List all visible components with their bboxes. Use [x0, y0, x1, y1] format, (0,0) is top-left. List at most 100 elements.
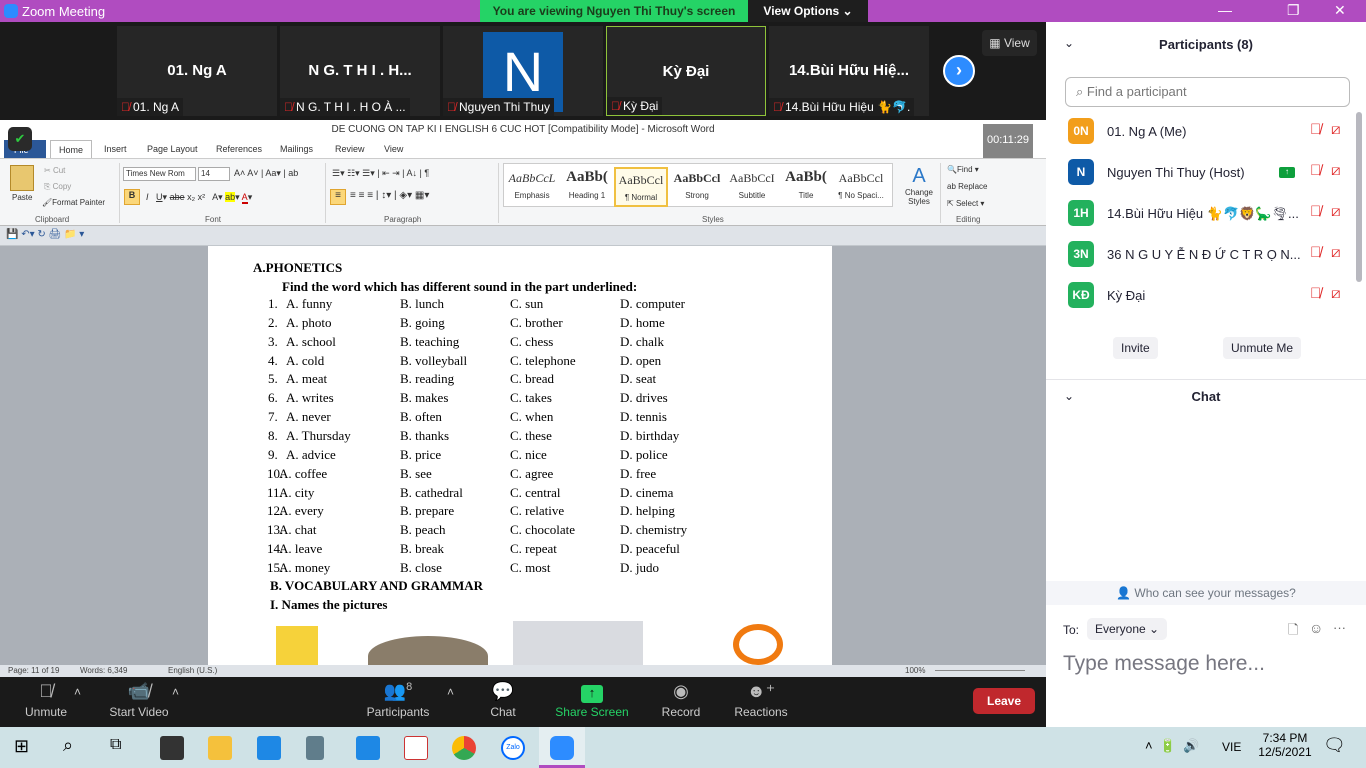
- paste-button[interactable]: Paste: [12, 193, 32, 202]
- copy-button[interactable]: ⎘ Copy: [44, 182, 71, 192]
- start-video-button[interactable]: 📹̸ Start Video: [105, 681, 173, 719]
- muted-mic-icon[interactable]: 🎙̸: [1310, 162, 1321, 179]
- recipient-select[interactable]: Everyone ⌄: [1087, 618, 1168, 640]
- participants-scrollbar[interactable]: [1356, 112, 1362, 282]
- format-buttons[interactable]: I U▾ abe x₂ x² A▾ ab▾ A▾: [146, 192, 252, 204]
- bold-button[interactable]: B: [124, 189, 140, 205]
- style-strong[interactable]: AaBbCcl Strong: [670, 167, 724, 207]
- video-off-icon[interactable]: ⧄: [1331, 203, 1341, 220]
- style-heading-1[interactable]: AaBb(Heading 1: [560, 167, 614, 207]
- message-input[interactable]: Type message here...: [1063, 652, 1353, 676]
- tab-mailings[interactable]: Mailings: [280, 144, 313, 154]
- mail-icon[interactable]: [257, 736, 281, 760]
- who-can-see-link[interactable]: 👤 Who can see your messages?: [1046, 581, 1366, 605]
- style-subtitle[interactable]: AaBbCcI Subtitle: [725, 167, 779, 207]
- video-tile[interactable]: 01. Ng A 🎙̸ 01. Ng A: [117, 26, 277, 116]
- font-name-select[interactable]: Times New Rom: [123, 167, 196, 181]
- share-screen-button[interactable]: ↑ Share Screen: [555, 681, 629, 719]
- tray-icons[interactable]: ˄ 🔋 🔊: [1145, 738, 1199, 754]
- participant-item[interactable]: 1H 14.Bùi Hữu Hiệu 🐈🐬🦁🦕🌪... 🎙̸ ⧄: [1068, 200, 1353, 230]
- chrome-icon[interactable]: [452, 736, 476, 760]
- style-name: Heading 1: [568, 191, 606, 200]
- tab-page-layout[interactable]: Page Layout: [147, 144, 198, 154]
- view-options-label: View Options: [763, 4, 840, 18]
- view-button[interactable]: ▦ View: [982, 30, 1037, 56]
- notifications-icon[interactable]: 🗨: [1323, 735, 1346, 756]
- video-tile-active-speaker[interactable]: Kỳ Đại 🎙̸ Kỳ Đại: [606, 26, 766, 116]
- zalo-icon[interactable]: Zalo: [501, 736, 525, 760]
- calendar-icon[interactable]: [356, 736, 380, 760]
- find-button[interactable]: 🔍Find ▾: [947, 165, 979, 174]
- record-button[interactable]: ◉ Record: [660, 681, 702, 719]
- participants-button[interactable]: 👥8 Participants: [364, 681, 432, 719]
- tab-insert[interactable]: Insert: [104, 144, 127, 154]
- video-tile[interactable]: 14.Bùi Hữu Hiệ... 🎙̸ 14.Bùi Hữu Hiệu 🐈🐬.: [769, 26, 929, 116]
- calculator-icon[interactable]: [306, 736, 324, 760]
- restore-icon[interactable]: ❐: [1287, 2, 1300, 19]
- more-icon[interactable]: ···: [1333, 620, 1346, 635]
- tab-home[interactable]: Home: [50, 140, 92, 159]
- video-off-icon[interactable]: ⧄: [1331, 285, 1341, 302]
- select-button[interactable]: ⇱ Select ▾: [947, 199, 984, 208]
- quick-access-icons[interactable]: 💾 ↶▾ ↻ 🖨 📁 ▾: [6, 229, 84, 240]
- question-row: 12. A. every B. prepare C. relative D. helpi…: [208, 503, 832, 521]
- style-title[interactable]: AaBb(Title: [779, 167, 833, 207]
- style-normal[interactable]: AaBbCcl ¶ Normal: [614, 167, 668, 207]
- participants-caret[interactable]: ˄: [447, 685, 454, 699]
- tab-view[interactable]: View: [384, 144, 403, 154]
- style-no-spacing[interactable]: AaBbCcl ¶ No Spaci...: [834, 167, 888, 207]
- file-explorer-icon[interactable]: [208, 736, 232, 760]
- font-tools[interactable]: A˄ A˅ | Aa▾ | ab: [234, 168, 298, 179]
- audio-options-caret[interactable]: ˄: [74, 685, 81, 699]
- participant-item[interactable]: N Nguyen Thi Thuy (Host) ↑ 🎙̸ ⧄: [1068, 159, 1353, 189]
- alignment-buttons[interactable]: ≡ ≡ ≡ | ↕▾ | ◈▾ ▦▾: [350, 190, 429, 201]
- participant-item[interactable]: KĐ Kỳ Đại 🎙̸ ⧄: [1068, 282, 1353, 312]
- participant-item[interactable]: 3N 36 N G U Y Ễ N Đ Ứ C T R Ọ N... 🎙̸ ⧄: [1068, 241, 1353, 271]
- align-left-button[interactable]: ≡: [330, 189, 346, 205]
- video-options-caret[interactable]: ˄: [172, 685, 179, 699]
- font-size-select[interactable]: 14: [198, 167, 230, 181]
- tab-references[interactable]: References: [216, 144, 262, 154]
- muted-mic-icon[interactable]: 🎙̸: [1310, 121, 1321, 138]
- muted-mic-icon[interactable]: 🎙̸: [1310, 203, 1321, 220]
- zoom-slider[interactable]: [935, 670, 1025, 671]
- video-tile[interactable]: N G. T H I . H... 🎙̸ N G. T H I . H O À ..…: [280, 26, 440, 116]
- video-tile[interactable]: N 🎙̸ Nguyen Thi Thuy: [443, 26, 603, 116]
- muted-mic-icon[interactable]: 🎙̸: [1310, 285, 1321, 302]
- format-painter-button[interactable]: 🖌Format Painter: [42, 198, 105, 207]
- input-language[interactable]: VIE: [1222, 740, 1241, 754]
- start-icon[interactable]: ⊞: [14, 736, 29, 757]
- zoom-taskbar-button[interactable]: [539, 727, 585, 768]
- chat-button[interactable]: 💬 Chat: [485, 681, 521, 719]
- minimize-icon[interactable]: —: [1218, 2, 1232, 18]
- reactions-button[interactable]: ☻⁺ Reactions: [733, 681, 789, 719]
- leave-button[interactable]: Leave: [973, 688, 1035, 714]
- video-off-icon[interactable]: ⧄: [1331, 162, 1341, 179]
- close-icon[interactable]: ✕: [1334, 2, 1346, 19]
- video-off-icon[interactable]: ⧄: [1331, 244, 1341, 261]
- muted-mic-icon[interactable]: 🎙̸: [1310, 244, 1321, 261]
- list-buttons[interactable]: ☰▾ ☷▾ ☰▾ | ⇤ ⇥ | A↓ | ¶: [332, 168, 429, 179]
- emoji-icon[interactable]: ☺: [1309, 620, 1323, 636]
- tile-label: Nguyen Thi Thuy: [459, 100, 550, 114]
- word-app-icon[interactable]: [404, 736, 428, 760]
- muted-mic-icon: 🎙̸: [773, 100, 782, 114]
- style-emphasis[interactable]: AaBbCcL Emphasis: [505, 167, 559, 207]
- participant-item[interactable]: 0N 01. Ng A (Me) 🎙̸ ⧄: [1068, 118, 1353, 148]
- tab-review[interactable]: Review: [335, 144, 365, 154]
- participant-search-input[interactable]: ⌕ Find a participant: [1065, 77, 1350, 107]
- replace-button[interactable]: ab Replace: [947, 182, 987, 191]
- unmute-button[interactable]: 🎙̸ Unmute: [22, 681, 70, 719]
- cut-button[interactable]: ✂ Cut: [44, 166, 65, 175]
- video-off-icon[interactable]: ⧄: [1331, 121, 1341, 138]
- search-icon[interactable]: ⌕: [63, 735, 73, 756]
- clock[interactable]: 7:34 PM 12/5/2021: [1255, 731, 1315, 759]
- next-page-button[interactable]: ›: [943, 55, 975, 87]
- file-icon[interactable]: 🗋: [1288, 621, 1298, 643]
- view-options-button[interactable]: View Options ⌄: [748, 0, 868, 22]
- change-styles-button[interactable]: A Change Styles: [903, 165, 935, 206]
- unmute-me-button[interactable]: Unmute Me: [1223, 337, 1302, 359]
- invite-button[interactable]: Invite: [1113, 337, 1158, 359]
- task-view-icon[interactable]: ⧉: [110, 736, 121, 754]
- store-icon[interactable]: [160, 736, 184, 760]
